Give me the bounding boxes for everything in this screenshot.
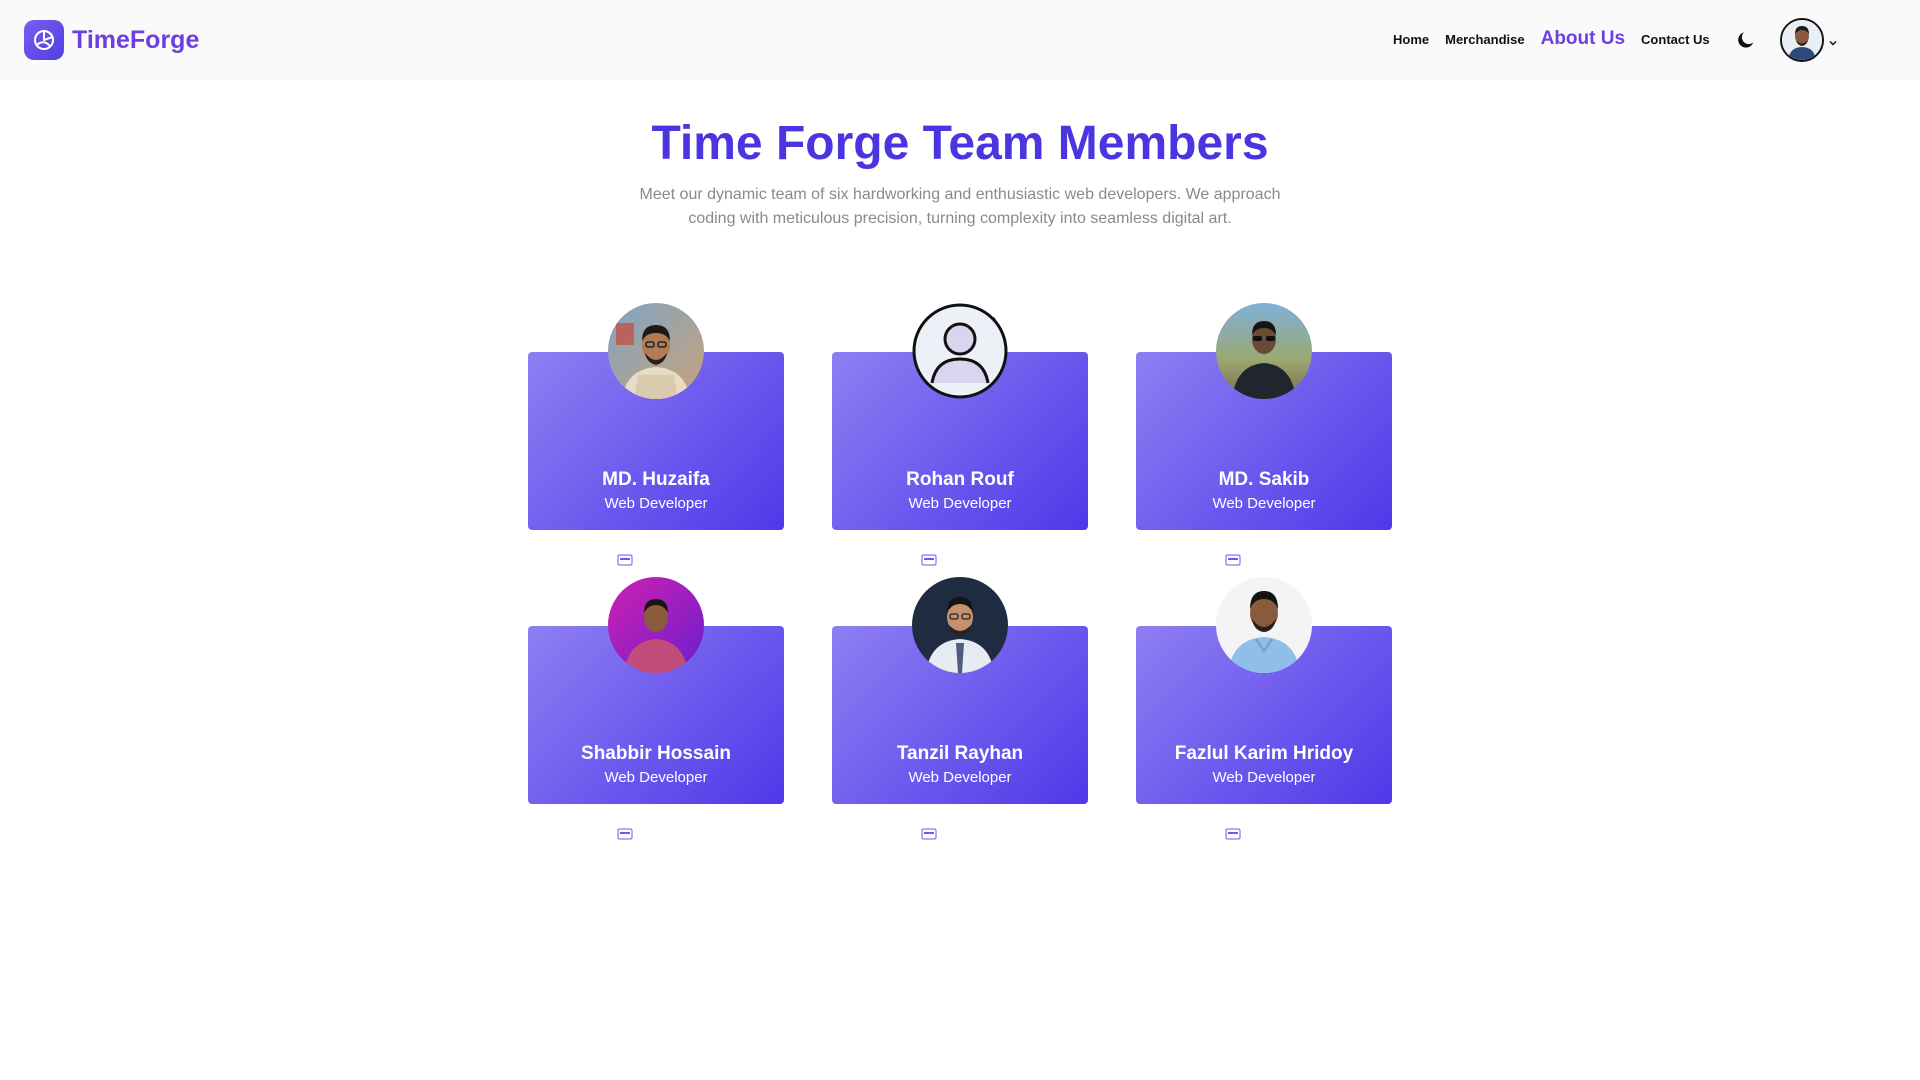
card-divider (865, 532, 1056, 534)
nav-link-home[interactable]: Home (1393, 32, 1429, 47)
user-menu[interactable] (1780, 18, 1838, 62)
member-photo (1216, 303, 1312, 399)
member-name: Rohan Rouf (906, 469, 1014, 490)
social-links (1136, 547, 1392, 567)
portfolio-icon[interactable] (614, 821, 634, 841)
linkedin-icon[interactable] (950, 547, 970, 567)
card-divider (1169, 806, 1360, 808)
member-name: MD. Sakib (1218, 469, 1310, 490)
linkedin-icon[interactable] (950, 821, 970, 841)
team-member-card: MD. Sakib Web Developer (1136, 303, 1392, 567)
placeholder-user-icon (912, 303, 1008, 399)
portfolio-icon[interactable] (1222, 821, 1242, 841)
social-links (832, 821, 1088, 841)
member-photo (608, 303, 704, 399)
nav-links: Home Merchandise About Us Contact Us (1393, 24, 1726, 54)
linkedin-icon[interactable] (1254, 547, 1274, 567)
member-name: Fazlul Karim Hridoy (1174, 743, 1354, 764)
nav-link-contact-us[interactable]: Contact Us (1641, 32, 1710, 47)
member-role: Web Developer (1212, 495, 1316, 512)
github-icon[interactable] (982, 547, 1002, 567)
github-icon[interactable] (982, 821, 1002, 841)
nav-link-merchandise[interactable]: Merchandise (1445, 32, 1524, 47)
chevron-down-icon[interactable] (1828, 35, 1838, 46)
page-title: Time Forge Team Members (651, 117, 1269, 170)
linkedin-icon[interactable] (1254, 821, 1274, 841)
member-role: Web Developer (908, 769, 1012, 786)
nav-link-about-us[interactable]: About Us (1541, 28, 1625, 50)
card-divider (561, 806, 752, 808)
member-name: MD. Huzaifa (602, 469, 710, 490)
social-links (528, 547, 784, 567)
member-role: Web Developer (1212, 769, 1316, 786)
portfolio-icon[interactable] (918, 821, 938, 841)
brand-link[interactable]: TimeForge (24, 20, 199, 60)
brand-name: TimeForge (72, 25, 200, 54)
page-subtitle: Meet our dynamic team of six hardworking… (639, 186, 1281, 227)
navbar: TimeForge Home Merchandise About Us Cont… (0, 0, 1920, 80)
member-name: Shabbir Hossain (581, 743, 731, 764)
card-divider (1169, 532, 1360, 534)
member-photo (608, 577, 704, 673)
member-role: Web Developer (908, 495, 1012, 512)
portfolio-icon[interactable] (918, 547, 938, 567)
github-icon[interactable] (678, 547, 698, 567)
social-links (1136, 821, 1392, 841)
github-icon[interactable] (1286, 547, 1306, 567)
github-icon[interactable] (1286, 821, 1306, 841)
social-links (528, 821, 784, 841)
member-role: Web Developer (604, 495, 708, 512)
timeforge-logo-icon (24, 20, 64, 60)
card-divider (561, 532, 752, 534)
portfolio-icon[interactable] (1222, 547, 1242, 567)
member-photo (912, 577, 1008, 673)
portfolio-icon[interactable] (614, 547, 634, 567)
social-links (832, 547, 1088, 567)
linkedin-icon[interactable] (646, 547, 666, 567)
member-role: Web Developer (604, 769, 708, 786)
member-name: Tanzil Rayhan (896, 743, 1024, 764)
member-photo (1216, 577, 1312, 673)
team-member-card: Fazlul Karim Hridoy Web Developer (1136, 577, 1392, 841)
github-icon[interactable] (678, 821, 698, 841)
moon-icon[interactable] (1735, 29, 1757, 51)
team-member-card: Tanzil Rayhan Web Developer (832, 577, 1088, 841)
team-member-card: Rohan Rouf Web Developer (832, 303, 1088, 567)
linkedin-icon[interactable] (646, 821, 666, 841)
card-divider (865, 806, 1056, 808)
team-member-card: Shabbir Hossain Web Developer (528, 577, 784, 841)
user-avatar[interactable] (1780, 18, 1824, 62)
team-member-card: MD. Huzaifa Web Developer (528, 303, 784, 567)
